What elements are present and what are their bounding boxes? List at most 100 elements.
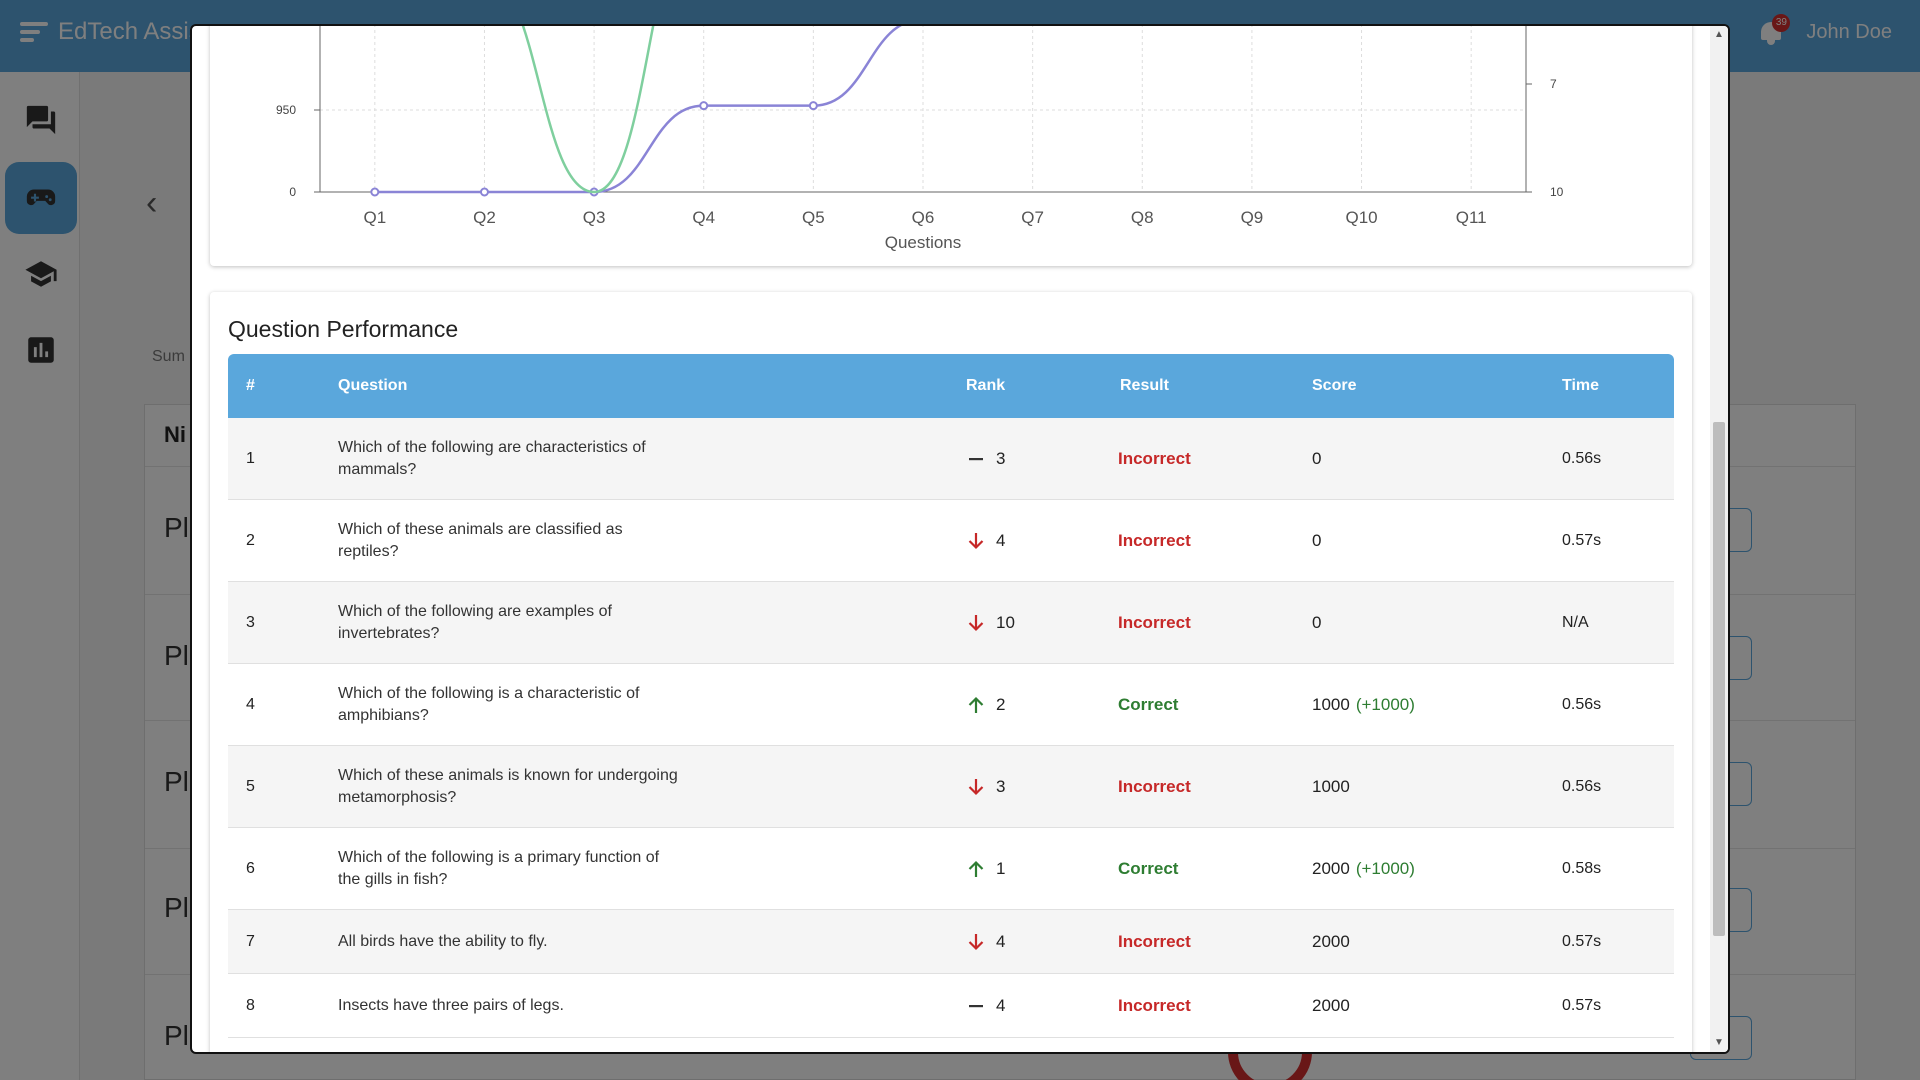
y-right-tick-label: 7 (1550, 77, 1557, 91)
question-performance-card: Question Performance # Question Rank Res… (210, 292, 1692, 1052)
time-value: 0.56s (1562, 777, 1602, 795)
time-value: 0.57s (1562, 531, 1602, 549)
x-tick-label: Q4 (692, 208, 715, 227)
time-value: 0.57s (1562, 932, 1602, 950)
x-tick-label: Q8 (1131, 208, 1154, 227)
question-text: Which of these animals is known for unde… (338, 766, 678, 806)
x-tick-label: Q1 (363, 208, 386, 227)
data-point[interactable] (479, 187, 489, 197)
score-delta: (+1000) (1355, 694, 1415, 714)
x-tick-label: Q11 (1456, 208, 1487, 227)
score-value: 0 (1312, 530, 1322, 550)
rank-cell: 3 (966, 777, 1005, 797)
table-row: 4 Which of the following is a characteris… (228, 664, 1674, 746)
time-value: 0.58s (1562, 859, 1602, 877)
rank-cell: 1 (966, 859, 1005, 879)
rank-value: 4 (996, 530, 1006, 550)
rank-down-arrow-icon (968, 532, 984, 549)
score-cell: 0 (1312, 449, 1321, 469)
score-value: 1000 (1312, 694, 1350, 714)
scroll-down-icon[interactable]: ▼ (1710, 1034, 1728, 1052)
rank-up-arrow-icon (968, 696, 984, 713)
data-point[interactable] (699, 101, 709, 111)
x-tick-label: Q9 (1241, 208, 1264, 227)
result-status: Correct (1118, 858, 1179, 878)
result-status: Incorrect (1118, 448, 1191, 468)
question-number: 2 (246, 531, 255, 549)
rank-cell: 4 (966, 531, 1005, 551)
rank-down-arrow-icon (968, 933, 984, 950)
question-number: 5 (246, 777, 255, 795)
section-title: Question Performance (228, 316, 459, 342)
rank-cell: 2 (966, 695, 1005, 715)
column-header-rank: Rank (966, 377, 1006, 394)
rank-value: 3 (996, 776, 1006, 796)
score-cell: 2000 (1312, 932, 1350, 952)
table-row: 3 Which of the following are examples of … (228, 582, 1674, 664)
question-text: Which of the following are characteristi… (338, 438, 646, 478)
score-cell: 1000 (1312, 777, 1350, 797)
y-left-tick-label: 950 (276, 103, 296, 117)
result-status: Correct (1118, 694, 1179, 714)
y-left-tick-label: 0 (289, 185, 296, 199)
score-value: 2000 (1312, 995, 1350, 1015)
table-row: 7 All birds have the ability to fly. 4 Inco… (228, 910, 1674, 974)
rank-value: 4 (996, 995, 1006, 1015)
column-header-time: Time (1562, 377, 1600, 394)
time-value: N/A (1562, 613, 1589, 631)
table-row: 2 Which of these animals are classified a… (228, 500, 1674, 582)
question-text: Insects have three pairs of legs. (338, 996, 564, 1014)
question-number: 7 (246, 932, 255, 950)
scroll-thumb[interactable] (1713, 422, 1725, 936)
score-value: 2000 (1312, 858, 1350, 878)
x-tick-label: Q10 (1345, 208, 1377, 227)
question-number: 4 (246, 695, 255, 713)
x-tick-label: Q2 (473, 208, 496, 227)
rank-value: 2 (996, 694, 1006, 714)
question-text: Which of these animals are classified as… (338, 520, 623, 560)
rank-value: 1 (996, 858, 1006, 878)
rank-cell: 4 (966, 932, 1005, 952)
time-value: 0.56s (1562, 449, 1602, 467)
x-tick-label: Q5 (802, 208, 825, 227)
question-text: Which of the following are examples of i… (338, 602, 612, 642)
scroll-up-icon[interactable]: ▲ (1710, 26, 1728, 44)
rank-cell: 10 (966, 613, 1015, 633)
modal-scrollbar[interactable]: ▲ ▼ (1710, 26, 1728, 1052)
series-line (521, 26, 655, 194)
question-text: All birds have the ability to fly. (338, 932, 548, 950)
score-delta: (+1000) (1355, 858, 1415, 878)
column-header-question: Question (338, 377, 408, 394)
table-row: 1 Which of the following are characterist… (228, 418, 1674, 500)
data-point[interactable] (370, 187, 380, 197)
y-right-tick-label: 10 (1550, 185, 1564, 199)
column-header-score: Score (1312, 377, 1357, 394)
score-cell: 1000 (+1000) (1312, 695, 1415, 715)
data-point[interactable] (808, 101, 818, 111)
result-status: Incorrect (1118, 530, 1191, 550)
table-header: # Question Rank Result Score Time (228, 354, 1674, 418)
table-body: 1 Which of the following are characterist… (228, 418, 1674, 1038)
modal-content: 0 950 7 10 Q1 Q2 Q3 Q4 Q5 Q6 Q7 Q8 Q9 Q10 Q11 Questions… (192, 26, 1712, 1052)
table-row: 8 Insects have three pairs of legs. 4 Incor… (228, 974, 1674, 1038)
result-status: Incorrect (1118, 776, 1191, 796)
performance-chart: 0 950 7 10 Q1 Q2 Q3 Q4 Q5 Q6 Q7 Q8 Q9 Q10 Q11 Questions (276, 26, 1564, 252)
rank-value: 10 (996, 612, 1015, 632)
rank-down-arrow-icon (968, 614, 984, 631)
question-number: 3 (246, 613, 255, 631)
rank-value: 4 (996, 931, 1006, 951)
rank-value: 3 (996, 448, 1006, 468)
score-cell: 0 (1312, 613, 1321, 633)
result-status: Incorrect (1118, 995, 1191, 1015)
results-modal: 0 950 7 10 Q1 Q2 Q3 Q4 Q5 Q6 Q7 Q8 Q9 Q10 Q11 Questions… (190, 24, 1730, 1054)
x-axis-title: Questions (885, 233, 962, 252)
time-value: 0.56s (1562, 695, 1602, 713)
performance-table: # Question Rank Result Score Time 1 Which… (228, 354, 1674, 1038)
score-cell: 2000 (1312, 996, 1350, 1016)
result-status: Incorrect (1118, 931, 1191, 951)
rank-up-arrow-icon (968, 860, 984, 877)
score-value: 0 (1312, 612, 1322, 632)
rank-cell: 4 (966, 996, 1005, 1016)
question-number: 6 (246, 859, 255, 877)
question-number: 8 (246, 996, 255, 1014)
